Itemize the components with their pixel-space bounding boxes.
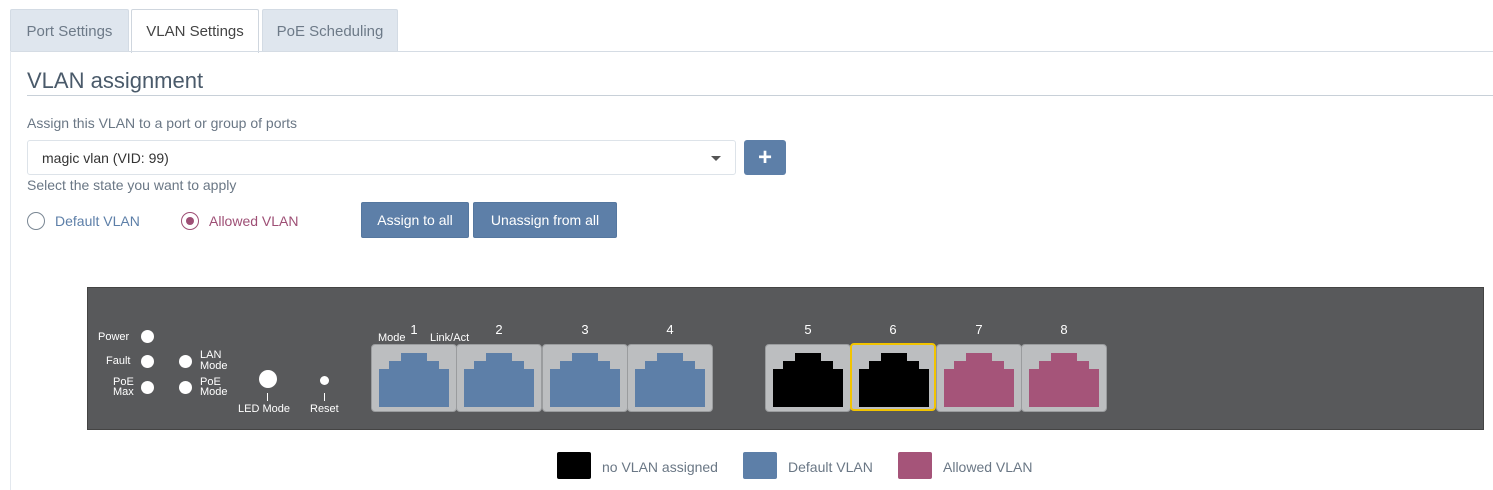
- led-mode-label: LED Mode: [238, 403, 290, 415]
- lan-mode-led: [179, 355, 192, 368]
- section-divider: [27, 95, 1493, 96]
- chevron-down-icon: [711, 156, 721, 161]
- port-2-button[interactable]: [456, 344, 542, 412]
- tab-bar: Port Settings VLAN Settings PoE Scheduli…: [10, 9, 1493, 53]
- radio-allowed-vlan-label: Allowed VLAN: [209, 213, 299, 229]
- power-led: [141, 330, 154, 343]
- vlan-select-value: magic vlan (VID: 99): [42, 149, 169, 166]
- port-number-label: 5: [804, 322, 812, 337]
- port-number-label: 7: [975, 322, 983, 337]
- poe-max-led-label-2: Max: [113, 386, 134, 398]
- assign-to-all-button[interactable]: Assign to all: [361, 202, 469, 238]
- ethernet-port-icon: [944, 353, 1014, 407]
- tab-poe-scheduling[interactable]: PoE Scheduling: [262, 9, 398, 52]
- port-number-label: 1: [410, 322, 418, 337]
- panel-left-border: [10, 51, 11, 490]
- ethernet-port-icon: [635, 353, 705, 407]
- reset-tick: [324, 393, 325, 401]
- radio-circle: [27, 212, 45, 230]
- radio-default-vlan[interactable]: Default VLAN: [27, 212, 140, 230]
- legend-swatch-allowed-vlan: [898, 452, 932, 479]
- port-6-button[interactable]: [850, 343, 936, 411]
- legend-swatch-default-vlan: [743, 452, 777, 479]
- reset-label: Reset: [310, 403, 339, 415]
- port-7-button[interactable]: [936, 344, 1022, 412]
- port-mode-label: Mode: [378, 332, 406, 344]
- port-3-button[interactable]: [542, 344, 628, 412]
- poe-mode-label-2: Mode: [200, 386, 228, 398]
- switch-front-panel: Power Fault PoE Max LAN Mode PoE Mode LE…: [87, 287, 1484, 430]
- tab-vlan-settings[interactable]: VLAN Settings: [131, 9, 259, 53]
- lan-mode-label-2: Mode: [200, 360, 228, 372]
- vlan-select[interactable]: magic vlan (VID: 99): [27, 140, 736, 175]
- section-title: VLAN assignment: [27, 68, 204, 93]
- radio-allowed-vlan[interactable]: Allowed VLAN: [181, 212, 299, 230]
- led-mode-tick: [267, 393, 268, 401]
- ethernet-port-icon: [464, 353, 534, 407]
- poe-max-led: [141, 381, 154, 394]
- poe-mode-led: [179, 381, 192, 394]
- power-led-label: Power: [98, 331, 130, 343]
- led-mode-button[interactable]: [259, 370, 277, 388]
- radio-circle: [181, 212, 199, 230]
- port-number-label: 8: [1060, 322, 1068, 337]
- add-vlan-button[interactable]: +: [744, 140, 786, 175]
- legend-swatch-no-vlan: [557, 452, 591, 479]
- port-number-label: 3: [581, 322, 589, 337]
- port-1-button[interactable]: [371, 344, 457, 412]
- state-label: Select the state you want to apply: [27, 177, 237, 193]
- port-number-label: 4: [666, 322, 674, 337]
- tab-port-settings[interactable]: Port Settings: [10, 9, 129, 52]
- unassign-from-all-button[interactable]: Unassign from all: [473, 202, 617, 238]
- reset-button[interactable]: [320, 376, 329, 385]
- fault-led: [141, 355, 154, 368]
- port-number-label: 6: [889, 322, 897, 337]
- legend-label-default-vlan: Default VLAN: [788, 459, 873, 475]
- legend-label-no-vlan: no VLAN assigned: [602, 459, 718, 475]
- ethernet-port-icon: [550, 353, 620, 407]
- legend-label-allowed-vlan: Allowed VLAN: [943, 459, 1033, 475]
- port-4-button[interactable]: [627, 344, 713, 412]
- port-number-label: 2: [495, 322, 503, 337]
- port-8-button[interactable]: [1021, 344, 1107, 412]
- port-link-act-label: Link/Act: [430, 332, 470, 344]
- fault-led-label: Fault: [106, 355, 131, 367]
- ethernet-port-icon: [859, 353, 929, 407]
- radio-default-vlan-label: Default VLAN: [55, 213, 140, 229]
- ethernet-port-icon: [379, 353, 449, 407]
- assign-label: Assign this VLAN to a port or group of p…: [27, 115, 298, 131]
- port-5-button[interactable]: [765, 344, 851, 412]
- tab-divider: [10, 51, 1493, 52]
- ethernet-port-icon: [773, 353, 843, 407]
- ethernet-port-icon: [1029, 353, 1099, 407]
